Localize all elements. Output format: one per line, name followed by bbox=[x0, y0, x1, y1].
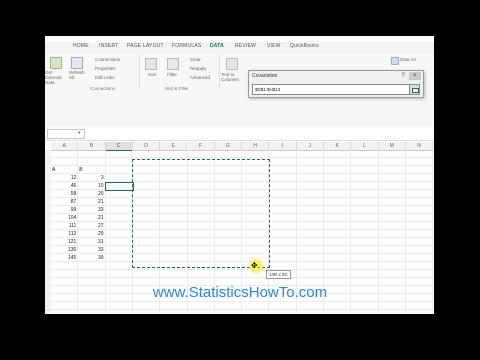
cell[interactable]: B bbox=[79, 166, 103, 174]
cell[interactable]: 99 bbox=[52, 206, 77, 214]
column-header-j[interactable]: J bbox=[296, 142, 324, 151]
column-header-a[interactable]: A bbox=[51, 142, 79, 151]
edit-links-item[interactable]: Edit Links bbox=[95, 75, 115, 80]
tab-page-layout[interactable]: PAGE LAYOUT bbox=[127, 43, 164, 49]
cell[interactable]: 46 bbox=[52, 182, 77, 190]
text-to-columns-icon[interactable] bbox=[226, 58, 238, 70]
cell[interactable]: 121 bbox=[52, 238, 76, 246]
name-box-dropdown-icon[interactable]: ▾ bbox=[78, 130, 81, 136]
cell[interactable]: A bbox=[52, 166, 76, 174]
tab-view[interactable]: VIEW bbox=[267, 43, 281, 49]
cell[interactable]: 21 bbox=[79, 214, 104, 222]
cell[interactable]: 87 bbox=[52, 198, 77, 206]
expand-dialog-button[interactable] bbox=[409, 84, 420, 95]
data-analysis-label[interactable]: Data An bbox=[400, 57, 416, 62]
cell[interactable]: 20 bbox=[79, 190, 104, 198]
gridline bbox=[51, 301, 434, 302]
column-header-e[interactable]: E bbox=[160, 142, 188, 151]
tab-home[interactable]: HOME bbox=[73, 43, 89, 49]
cell[interactable]: 27 bbox=[79, 222, 104, 230]
column-header-d[interactable]: D bbox=[132, 142, 161, 151]
covariation-dialog: Covariation ? × $D$1:$H$13 bbox=[248, 70, 424, 98]
column-header-m[interactable]: M bbox=[378, 142, 406, 151]
get-external-data-icon[interactable] bbox=[50, 57, 62, 69]
tab-formulas[interactable]: FORMULAS bbox=[172, 43, 201, 49]
text-to-columns-label[interactable]: Text to Columns bbox=[221, 72, 243, 82]
sort-label[interactable]: Sort bbox=[148, 72, 156, 77]
advanced-item[interactable]: Advanced bbox=[190, 75, 210, 80]
column-header-i[interactable]: I bbox=[269, 142, 297, 151]
cell[interactable]: 39 bbox=[79, 254, 104, 262]
connections-item[interactable]: Connections bbox=[95, 57, 120, 62]
filter-icon[interactable] bbox=[167, 58, 179, 70]
expand-dialog-icon bbox=[412, 88, 419, 93]
reapply-item[interactable]: Reapply bbox=[190, 66, 207, 71]
column-header-n[interactable]: N bbox=[405, 142, 434, 151]
gridline bbox=[51, 157, 434, 158]
group-separator bbox=[139, 55, 140, 89]
tab-review[interactable]: REVIEW bbox=[235, 43, 256, 49]
excel-window: HOME INSERT PAGE LAYOUT FORMULAS DATA RE… bbox=[45, 36, 434, 314]
properties-item[interactable]: Properties bbox=[95, 66, 116, 71]
cell[interactable]: 3 bbox=[79, 174, 104, 182]
gridline bbox=[51, 269, 434, 270]
column-header-k[interactable]: K bbox=[324, 142, 352, 151]
cell[interactable]: 104 bbox=[52, 214, 76, 222]
column-header-h[interactable]: H bbox=[242, 142, 270, 151]
cell[interactable]: 12 bbox=[52, 174, 77, 182]
close-button[interactable]: × bbox=[409, 72, 421, 80]
tab-data[interactable]: DATA bbox=[210, 43, 224, 49]
formula-bar: ▾ bbox=[45, 127, 434, 141]
cell[interactable]: 31 bbox=[79, 238, 104, 246]
selection-size-tooltip: 13R x 5C bbox=[266, 270, 291, 279]
column-header-l[interactable]: L bbox=[351, 142, 379, 151]
cell[interactable]: 112 bbox=[52, 230, 76, 238]
get-external-data-label[interactable]: Get External Data bbox=[45, 70, 67, 85]
refresh-all-label[interactable]: Refresh All bbox=[69, 70, 87, 80]
gridline bbox=[51, 309, 434, 310]
filter-label[interactable]: Filter bbox=[167, 72, 177, 77]
help-icon[interactable]: ? bbox=[399, 72, 407, 80]
cell[interactable]: 29 bbox=[79, 230, 104, 238]
cell[interactable]: 33 bbox=[79, 206, 104, 214]
gridline bbox=[51, 277, 434, 278]
column-header-f[interactable]: F bbox=[187, 142, 215, 151]
dialog-title: Covariation bbox=[252, 73, 278, 79]
column-header-c[interactable]: C bbox=[105, 142, 133, 151]
cell[interactable]: 33 bbox=[79, 246, 104, 254]
cell[interactable]: 111 bbox=[52, 222, 77, 230]
sort-icon[interactable] bbox=[145, 58, 157, 70]
cell[interactable]: 21 bbox=[79, 198, 104, 206]
connections-group-label: Connections bbox=[90, 86, 116, 91]
refresh-all-icon[interactable] bbox=[71, 57, 83, 69]
crosshair-cursor-icon: ✥ bbox=[251, 261, 258, 270]
ribbon-tabs: HOME INSERT PAGE LAYOUT FORMULAS DATA RE… bbox=[45, 42, 434, 53]
column-header-b[interactable]: B bbox=[78, 142, 106, 151]
clear-item[interactable]: Clear bbox=[190, 57, 201, 62]
cell[interactable]: 58 bbox=[52, 190, 77, 198]
active-cell[interactable] bbox=[105, 182, 134, 191]
sort-filter-group-label: Sort & Filter bbox=[165, 86, 189, 91]
group-separator bbox=[219, 55, 220, 89]
range-selection[interactable] bbox=[132, 159, 270, 268]
tab-quickbooks[interactable]: QuickBooks bbox=[290, 43, 319, 49]
cell[interactable]: 145 bbox=[52, 254, 76, 262]
cell[interactable]: 130 bbox=[52, 246, 76, 254]
cell[interactable]: 10 bbox=[79, 182, 104, 190]
range-input[interactable]: $D$1:$H$13 bbox=[252, 84, 411, 95]
data-analysis-icon[interactable] bbox=[391, 57, 399, 65]
watermark-url: www.StatisticsHowTo.com bbox=[152, 284, 328, 301]
tab-insert[interactable]: INSERT bbox=[99, 43, 118, 49]
column-header-g[interactable]: G bbox=[214, 142, 243, 151]
